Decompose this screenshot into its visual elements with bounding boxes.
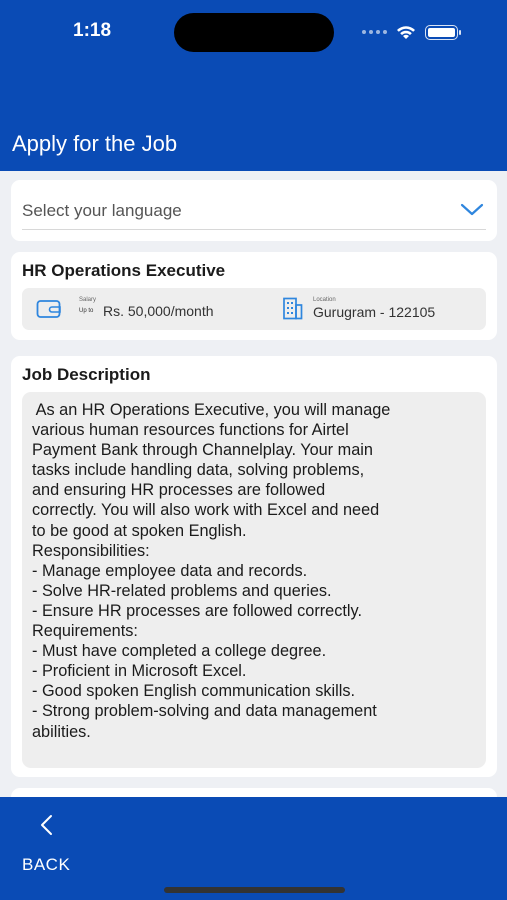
description-line: - Proficient in Microsoft Excel.: [32, 662, 247, 681]
job-info-box: Salary Up to Rs. 50,000/month Location G…: [22, 288, 486, 330]
signal-icon: [362, 30, 387, 34]
salary-caption: Salary: [79, 297, 97, 303]
description-heading: Job Description: [22, 365, 151, 384]
description-line: - Solve HR-related problems and queries.: [32, 581, 332, 600]
page-title: Apply for the Job: [12, 131, 178, 156]
description-text: As an HR Operations Executive, you will …: [22, 392, 486, 768]
back-button[interactable]: BACK: [22, 812, 82, 874]
description-line: tasks include handling data, solving pro…: [32, 461, 365, 480]
back-arrow-icon: [41, 815, 52, 835]
description-line: - Must have completed a college degree.: [32, 642, 327, 661]
job-description-card: Job Description As an HR Operations Exec…: [11, 356, 497, 777]
description-line: Payment Bank through Channelplay. Your m…: [32, 441, 373, 460]
salary-value: Rs. 50,000/month: [103, 303, 214, 319]
description-line: - Manage employee data and records.: [32, 561, 308, 580]
location-value: Gurugram - 122105: [313, 304, 436, 320]
description-line: - Ensure HR processes are followed corre…: [32, 601, 362, 620]
chevron-down-icon: [460, 203, 484, 216]
building-icon: [283, 297, 303, 320]
description-line: abilities.: [32, 722, 91, 741]
wallet-icon: [36, 300, 61, 318]
job-title: HR Operations Executive: [22, 261, 226, 280]
description-line: - Strong problem-solving and data manage…: [32, 702, 377, 721]
battery-icon: [425, 24, 461, 40]
description-line: various human resources functions for Ai…: [32, 421, 349, 440]
status-icons: [362, 22, 461, 42]
language-select-placeholder: Select your language: [22, 201, 182, 220]
language-card: Select your language: [11, 180, 497, 241]
description-line: and ensuring HR processes are followed: [32, 481, 326, 500]
home-indicator: [164, 887, 345, 893]
location-caption: Location: [313, 297, 336, 303]
description-line: As an HR Operations Executive, you will …: [32, 401, 391, 419]
language-select[interactable]: Select your language: [22, 197, 486, 230]
dynamic-island: [174, 13, 334, 52]
description-line: Responsibilities:: [32, 541, 150, 560]
job-summary-card: HR Operations Executive Salary Up to Rs.…: [11, 252, 497, 340]
description-line: - Good spoken English communication skil…: [32, 682, 356, 701]
description-line: correctly. You will also work with Excel…: [32, 501, 380, 520]
description-line: to be good at spoken English.: [32, 521, 247, 540]
bottom-nav-bar: BACK: [0, 797, 507, 900]
app-header: 1:18 Apply for the Job: [0, 0, 507, 171]
description-line: Requirements:: [32, 622, 138, 641]
status-time: 1:18: [73, 20, 112, 41]
back-label: BACK: [22, 855, 71, 874]
salary-prefix: Up to: [79, 308, 94, 314]
wifi-icon: [397, 26, 415, 39]
